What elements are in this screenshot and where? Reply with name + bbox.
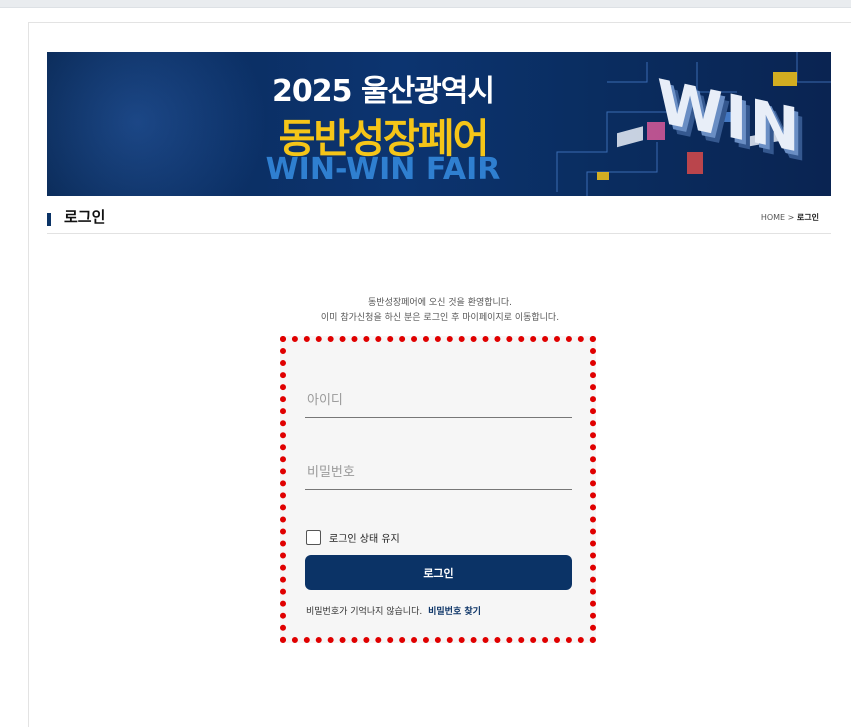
- password-input[interactable]: [305, 456, 572, 490]
- remember-login-checkbox[interactable]: [306, 529, 321, 545]
- breadcrumb-current: 로그인: [796, 213, 819, 222]
- id-input[interactable]: [305, 384, 572, 418]
- breadcrumb: HOME > 로그인: [761, 212, 819, 223]
- welcome-message: 동반성장페어에 오신 것을 환영합니다. 이미 참가신청을 하신 분은 로그인 …: [180, 296, 700, 326]
- forgot-password-row: 비밀번호가 기억나지 않습니다. 비밀번호 찾기: [306, 604, 481, 617]
- title-accent-bar: [47, 213, 51, 226]
- browser-top-strip: [0, 0, 851, 8]
- login-button[interactable]: 로그인: [305, 555, 572, 590]
- breadcrumb-home[interactable]: HOME: [761, 213, 785, 222]
- banner-year-title: 2025 울산광역시: [272, 74, 495, 109]
- section-header: 로그인 HOME > 로그인: [47, 204, 831, 234]
- login-form-box: 로그인 상태 유지 로그인 비밀번호가 기억나지 않습니다. 비밀번호 찾기: [280, 336, 596, 643]
- page-title: 로그인: [64, 208, 106, 226]
- banner-sub-title: WIN-WIN FAIR: [265, 152, 501, 187]
- remember-login-option[interactable]: 로그인 상태 유지: [306, 528, 400, 546]
- find-password-link[interactable]: 비밀번호 찾기: [428, 607, 481, 617]
- welcome-line-2: 이미 참가신청을 하신 분은 로그인 후 마이페이지로 이동합니다.: [320, 313, 560, 323]
- welcome-line-1: 동반성장페어에 오신 것을 환영합니다.: [368, 298, 512, 308]
- breadcrumb-separator: >: [787, 213, 795, 222]
- remember-login-label[interactable]: 로그인 상태 유지: [329, 530, 400, 545]
- event-banner: 2025 울산광역시 동반성장페어 WIN-WIN FAIR WIN: [47, 52, 831, 196]
- forgot-password-text: 비밀번호가 기억나지 않습니다.: [306, 607, 423, 617]
